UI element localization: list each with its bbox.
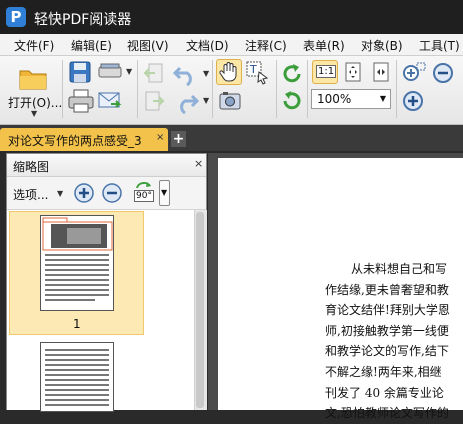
- toolbar-separator: [307, 60, 308, 118]
- menu-file[interactable]: 文件(F): [14, 37, 54, 54]
- snapshot-icon[interactable]: [218, 89, 244, 113]
- rotate-angle-label: 90°: [134, 190, 154, 202]
- page-preview-graphic: [45, 349, 109, 406]
- thumbnail-close-icon[interactable]: ×: [194, 157, 203, 170]
- hand-tool-button[interactable]: [216, 59, 242, 85]
- menu-document[interactable]: 文档(D): [186, 37, 229, 54]
- chevron-down-icon: ▼: [161, 188, 168, 197]
- undo-dropdown-caret-icon[interactable]: ▼: [203, 69, 209, 78]
- tab-document[interactable]: 对论文写作的两点感受_3 ×: [0, 128, 168, 151]
- text-line: 刊发了 40 余篇专业论: [325, 385, 444, 400]
- toolbar-separator: [62, 60, 63, 118]
- svg-text:T: T: [249, 63, 257, 76]
- rotate-dropdown-button[interactable]: ▼: [159, 180, 170, 206]
- thumbnail-panel-header: 缩略图 ×: [7, 154, 206, 177]
- toolbar-separator: [396, 60, 397, 118]
- fit-page-icon[interactable]: [341, 60, 365, 84]
- rotate-page-button[interactable]: 90°: [133, 180, 155, 206]
- email-icon[interactable]: [97, 88, 123, 114]
- zoom-select[interactable]: 100% ▼: [311, 89, 391, 109]
- thumbnail-options-button[interactable]: 选项...: [13, 186, 48, 203]
- menu-view[interactable]: 视图(V): [127, 37, 169, 54]
- tab-close-icon[interactable]: ×: [156, 132, 164, 143]
- menu-form[interactable]: 表单(R): [303, 37, 345, 54]
- text-line: 文,恐怕教师论文写作的: [325, 406, 449, 421]
- menu-edit[interactable]: 编辑(E): [71, 37, 112, 54]
- rotate-arrow-icon: [136, 182, 151, 189]
- enlarge-thumbnails-icon[interactable]: [73, 182, 95, 204]
- text-line: 和教学论文的写作,结下: [325, 344, 449, 359]
- thumbnail-scrollbar-thumb[interactable]: [196, 212, 204, 408]
- zoom-in-icon[interactable]: [401, 89, 425, 113]
- menu-bar: 文件(F) 编辑(E) 视图(V) 文档(D) 注释(C) 表单(R) 对象(B…: [0, 34, 463, 56]
- text-select-icon[interactable]: T: [245, 60, 271, 86]
- thumbnail-page-image[interactable]: [40, 342, 114, 412]
- text-line: 不解之缘!两年来,相继: [325, 364, 442, 379]
- actual-size-button[interactable]: 1:1: [312, 60, 338, 84]
- app-title: 轻快PDF阅读器: [34, 12, 132, 28]
- rotate-clockwise-icon[interactable]: [280, 62, 304, 86]
- tab-label: 对论文写作的两点感受_3: [8, 134, 142, 148]
- document-text: 从未料想自己和写 作结缘,更未曾奢望和教 育论文结伴!拜别大学恩 师,初接触教学…: [325, 259, 463, 424]
- shrink-thumbnails-icon[interactable]: [101, 182, 123, 204]
- app-logo-icon: P: [6, 7, 26, 27]
- previous-page-icon[interactable]: [143, 62, 165, 86]
- zoom-out-icon[interactable]: [431, 61, 455, 85]
- scanner-icon[interactable]: [97, 61, 129, 83]
- zoom-area-icon[interactable]: [401, 61, 427, 85]
- print-icon[interactable]: [67, 88, 95, 114]
- fit-width-icon[interactable]: [369, 60, 393, 84]
- toolbar-separator: [276, 60, 277, 118]
- redo-icon[interactable]: [172, 90, 202, 114]
- save-icon[interactable]: [68, 60, 94, 84]
- new-tab-button[interactable]: +: [171, 131, 186, 147]
- text-line: 作结缘,更未曾奢望和教: [325, 282, 449, 297]
- undo-icon[interactable]: [172, 62, 202, 86]
- thumbnail-page-number: 1: [73, 317, 81, 331]
- text-line: 从未料想自己和写: [351, 262, 448, 276]
- open-dropdown-caret-icon[interactable]: ▼: [31, 109, 37, 118]
- text-line: 师,初接触教学第一线便: [325, 323, 449, 338]
- toolbar-separator: [212, 60, 213, 118]
- hand-icon: [219, 62, 237, 82]
- folder-icon: [19, 70, 47, 90]
- toolbar-separator: [137, 60, 138, 118]
- redo-dropdown-caret-icon[interactable]: ▼: [203, 96, 209, 105]
- menu-comment[interactable]: 注释(C): [245, 37, 287, 54]
- text-line: 育论文结伴!拜别大学恩: [325, 303, 450, 318]
- open-button[interactable]: 打开(O)... ▼: [6, 60, 62, 122]
- thumbnail-page-image[interactable]: [40, 215, 114, 311]
- next-page-icon[interactable]: [143, 90, 165, 114]
- actual-size-label: 1:1: [316, 65, 337, 78]
- options-dropdown-caret-icon[interactable]: ▼: [57, 189, 63, 198]
- page-preview-graphic: [42, 217, 113, 309]
- menu-object[interactable]: 对象(B): [361, 37, 403, 54]
- thumbnail-panel-title: 缩略图: [13, 160, 50, 174]
- rotate-counterclockwise-icon[interactable]: [280, 89, 304, 113]
- document-page[interactable]: 从未料想自己和写 作结缘,更未曾奢望和教 育论文结伴!拜别大学恩 师,初接触教学…: [218, 158, 463, 420]
- chevron-down-icon: ▼: [379, 94, 386, 103]
- scanner-dropdown-caret-icon[interactable]: ▼: [126, 67, 132, 76]
- menu-tools[interactable]: 工具(T): [419, 37, 460, 54]
- zoom-value: 100%: [317, 92, 352, 106]
- thumbnail-toolbar: 选项... ▼ 90° ▼: [7, 177, 206, 210]
